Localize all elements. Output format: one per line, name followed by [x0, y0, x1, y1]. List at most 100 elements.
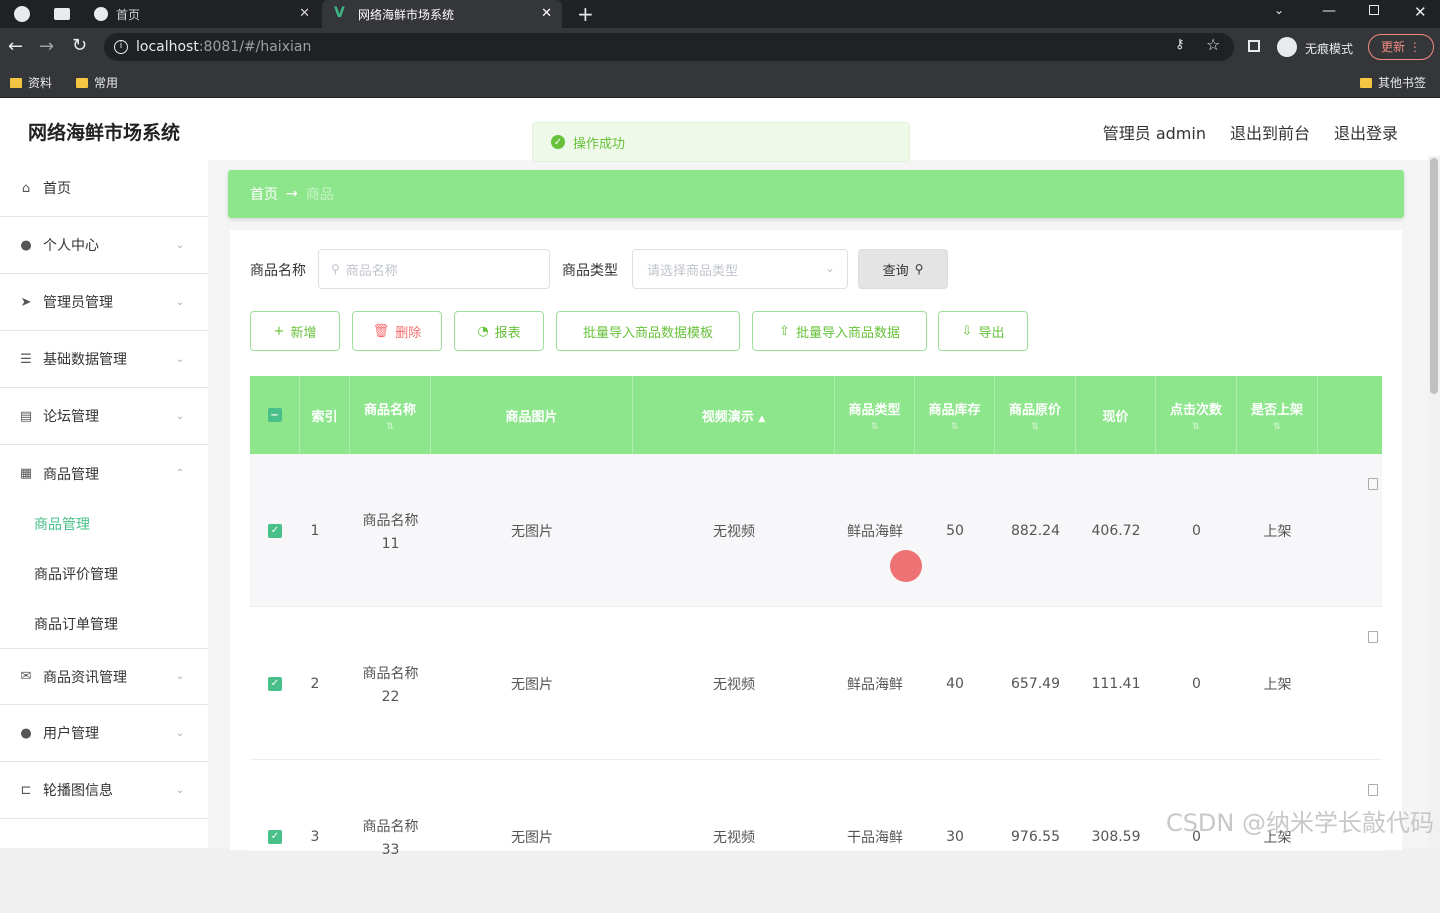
cell-stock: 40	[946, 675, 964, 692]
admin-label: 管理员 admin	[1102, 124, 1206, 143]
side-panel-icon[interactable]	[1248, 40, 1260, 52]
tab-list-chevron-icon[interactable]: ⌄	[1274, 3, 1284, 17]
sidebar-item-home[interactable]: ⌂ 首页	[0, 160, 208, 217]
export-button[interactable]: ⇩ 导出	[938, 311, 1028, 351]
header-select-all[interactable]: −	[250, 376, 300, 454]
incognito-label[interactable]: 无痕模式	[1305, 40, 1353, 57]
sort-icon[interactable]: ⇅	[1031, 422, 1039, 432]
header-original-price[interactable]: 商品原价 ⇅	[995, 376, 1076, 454]
row-checkbox-cell[interactable]: ✓	[250, 607, 300, 760]
key-icon[interactable]: ⚷	[1175, 37, 1185, 52]
chevron-down-icon: ⌄	[824, 261, 835, 275]
new-tab-icon[interactable]: +	[577, 2, 594, 26]
back-to-front-link[interactable]: 退出到前台	[1230, 120, 1310, 144]
header-price[interactable]: 现价	[1076, 376, 1156, 454]
forward-icon[interactable]: →	[39, 36, 54, 57]
header-goods-type[interactable]: 商品类型 ⇅	[835, 376, 915, 454]
close-icon[interactable]: ✕	[541, 6, 552, 21]
other-bookmarks[interactable]: 其他书签	[1360, 74, 1426, 91]
sort-up-icon[interactable]: ▲	[758, 414, 765, 424]
header-label: 点击次数	[1169, 402, 1222, 418]
header-label: 商品名称	[363, 402, 416, 418]
cell-price: 406.72	[1091, 522, 1141, 539]
row-detail-icon[interactable]	[1368, 478, 1378, 490]
minimize-icon[interactable]: —	[1322, 3, 1336, 19]
delete-button[interactable]: 🗑 删除	[352, 311, 442, 351]
table-row[interactable]: ✓ 2 商品名称 22 无图片 无视频 鲜品海鲜 40 657.49 111.41…	[250, 607, 1382, 760]
chevron-down-icon: ⌄	[175, 296, 184, 308]
update-button[interactable]: 更新 ⋮	[1368, 34, 1434, 60]
goods-name-input[interactable]: ⚲ 商品名称	[318, 249, 550, 289]
bookmark-folder[interactable]: 资料	[10, 74, 52, 91]
sort-icon[interactable]: ⇅	[951, 422, 959, 432]
header-video[interactable]: 视频演示 ▲	[633, 376, 835, 454]
export-label: 导出	[978, 325, 1005, 341]
row-checkbox-cell[interactable]: ✓	[250, 454, 300, 607]
sort-icon[interactable]: ⇅	[1192, 422, 1200, 432]
chevron-down-icon: ⌄	[175, 784, 184, 796]
tab-search-icon[interactable]	[54, 8, 70, 20]
scrollbar-thumb[interactable]	[1430, 158, 1438, 394]
logout-link[interactable]: 退出登录	[1334, 120, 1398, 144]
url-host: localhost	[136, 39, 199, 55]
header-stock[interactable]: 商品库存 ⇅	[915, 376, 995, 454]
tab-home[interactable]: 首页 ✕	[84, 0, 320, 28]
import-data-button[interactable]: ⇧ 批量导入商品数据	[752, 311, 927, 351]
sidebar-item-news[interactable]: ✉ 商品资讯管理 ⌄	[0, 648, 208, 705]
bookmarks-bar: 资料 常用 其他书签	[0, 66, 1440, 98]
cell-listed: 上架	[1263, 676, 1292, 693]
breadcrumb-home[interactable]: 首页	[250, 184, 278, 204]
sort-icon[interactable]: ⇅	[386, 422, 394, 432]
row-checkbox-cell[interactable]: ✓	[250, 760, 300, 913]
sort-icon[interactable]: ⇅	[871, 422, 879, 432]
checkbox-checked-icon[interactable]: ✓	[268, 829, 282, 844]
close-icon[interactable]: ✕	[299, 6, 310, 21]
goods-type-placeholder: 请选择商品类型	[647, 263, 739, 279]
header-label: 现价	[1102, 409, 1129, 425]
sidebar-item-forum[interactable]: ▤ 论坛管理 ⌄	[0, 388, 208, 445]
sidebar-item-admin[interactable]: ➤ 管理员管理 ⌄	[0, 274, 208, 331]
sidebar-sub-goods-order[interactable]: 商品订单管理	[34, 614, 118, 634]
query-button[interactable]: 查询 ⚲	[858, 249, 948, 289]
sidebar-item-profile[interactable]: ● 个人中心 ⌄	[0, 217, 208, 274]
goods-type-select[interactable]: 请选择商品类型 ⌄	[632, 249, 848, 289]
star-icon[interactable]: ☆	[1206, 35, 1220, 54]
sidebar-item-carousel[interactable]: ⊏ 轮播图信息 ⌄	[0, 762, 208, 819]
cell-listed: 上架	[1263, 523, 1292, 540]
report-button[interactable]: ◔ 报表	[454, 311, 544, 351]
import-template-button[interactable]: 批量导入商品数据模板	[556, 311, 740, 351]
globe-icon	[94, 7, 108, 21]
header-goods-image[interactable]: 商品图片	[431, 376, 633, 454]
back-icon[interactable]: ←	[8, 36, 23, 57]
header-clicks[interactable]: 点击次数 ⇅	[1156, 376, 1237, 454]
row-detail-icon[interactable]	[1368, 784, 1378, 796]
restore-icon[interactable]	[1369, 5, 1379, 15]
header-listed[interactable]: 是否上架 ⇅	[1237, 376, 1318, 454]
cell-clicks: 0	[1192, 675, 1201, 692]
top-links: 管理员 admin 退出到前台 退出登录	[1103, 120, 1398, 144]
chrome-menu-icon[interactable]	[14, 6, 30, 22]
page-scrollbar[interactable]	[1428, 156, 1440, 848]
row-detail-icon[interactable]	[1368, 631, 1378, 643]
sidebar-item-users[interactable]: ● 用户管理 ⌄	[0, 705, 208, 762]
minus-checkbox-icon[interactable]: −	[267, 408, 282, 422]
cell-clicks: 0	[1192, 522, 1201, 539]
sort-icon[interactable]: ⇅	[1273, 422, 1281, 432]
system-title: 网络海鲜市场系统	[28, 122, 181, 144]
reload-icon[interactable]: ↻	[72, 35, 87, 56]
tab-active[interactable]: V 网络海鲜市场系统 ✕	[322, 0, 562, 28]
cell-original-price: 882.24	[1011, 522, 1060, 539]
checkbox-checked-icon[interactable]: ✓	[268, 523, 282, 538]
sidebar-item-goods[interactable]: ▦ 商品管理 ⌃	[0, 445, 208, 502]
query-label: 查询	[882, 263, 909, 279]
bookmark-folder[interactable]: 常用	[76, 74, 118, 91]
add-button[interactable]: + 新增	[250, 311, 340, 351]
sidebar-sub-goods-review[interactable]: 商品评价管理	[34, 564, 118, 584]
header-goods-name[interactable]: 商品名称 ⇅	[350, 376, 431, 454]
url-field[interactable]: i localhost:8081/#/haixian	[104, 33, 1234, 61]
checkbox-checked-icon[interactable]: ✓	[268, 676, 282, 691]
table-row[interactable]: ✓ 1 商品名称 11 无图片 无视频 鲜品海鲜 50 882.24 406.72…	[250, 454, 1382, 607]
sidebar-sub-goods[interactable]: 商品管理	[34, 514, 90, 534]
sidebar-item-basic-data[interactable]: ☰ 基础数据管理 ⌄	[0, 331, 208, 388]
window-close-icon[interactable]: ✕	[1414, 3, 1427, 21]
